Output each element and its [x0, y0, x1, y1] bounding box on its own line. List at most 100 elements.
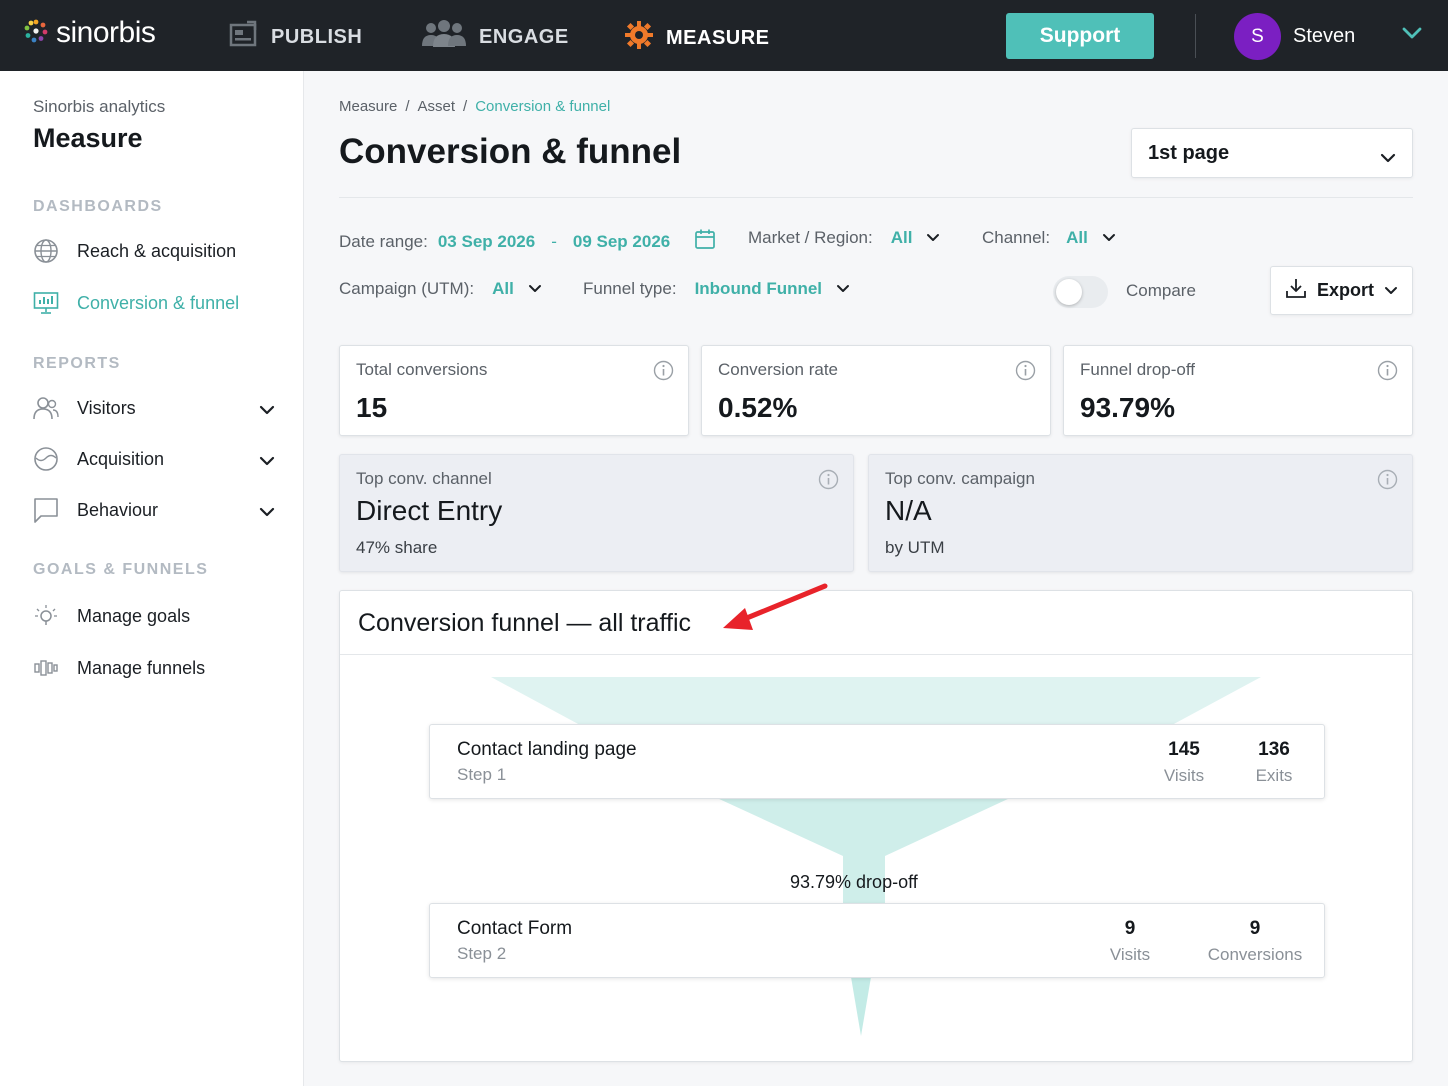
chevron-down-icon[interactable]: [1102, 228, 1116, 248]
nav-publish-label: PUBLISH: [271, 25, 363, 48]
info-icon[interactable]: [1015, 360, 1036, 386]
user-menu-chevron-icon[interactable]: [1402, 26, 1422, 45]
sidebar-item-visitors[interactable]: Visitors: [33, 393, 283, 423]
sidebar-item-behaviour[interactable]: Behaviour: [33, 495, 283, 525]
card-value: Direct Entry: [356, 495, 503, 526]
card-value: N/A: [885, 495, 932, 526]
kpi-value: 93.79%: [1080, 392, 1175, 423]
info-icon[interactable]: [1377, 360, 1398, 386]
sidebar-item-label: Acquisition: [77, 448, 165, 469]
sidebar-item-manage-funnels[interactable]: Manage funnels: [33, 653, 283, 683]
campaign-filter[interactable]: Campaign (UTM): All: [339, 279, 542, 299]
nav-engage[interactable]: ENGAGE: [421, 20, 569, 54]
info-icon[interactable]: [818, 469, 839, 495]
breadcrumb-measure[interactable]: Measure: [339, 98, 397, 115]
page-select-dropdown[interactable]: 1st page: [1131, 128, 1413, 178]
date-range-filter: Date range: 03 Sep 2026 - 09 Sep 2026: [339, 228, 716, 255]
support-button[interactable]: Support: [1006, 13, 1154, 59]
card-sub: 47% share: [356, 538, 438, 557]
step-visits: 9 Visits: [1100, 918, 1160, 965]
metric-label: Exits: [1255, 766, 1293, 785]
gear-icon: [624, 20, 654, 56]
chevron-down-icon: [1380, 147, 1396, 170]
export-label: Export: [1317, 280, 1375, 300]
date-to[interactable]: 09 Sep 2026: [573, 232, 670, 252]
section-goals-funnels: GOALS & FUNNELS: [33, 561, 209, 578]
card-sub: by UTM: [885, 538, 945, 557]
channel-filter[interactable]: Channel: All: [982, 228, 1116, 248]
sidebar-item-acquisition[interactable]: Acquisition: [33, 444, 283, 474]
sidebar-item-label: Manage goals: [77, 605, 191, 626]
top-conv-campaign-card: Top conv. campaign N/A by UTM: [868, 454, 1413, 572]
dropoff-label: 93.79% drop-off: [790, 872, 918, 892]
funnel-type-value[interactable]: Inbound Funnel: [695, 279, 822, 299]
toggle-knob: [1056, 279, 1082, 305]
chevron-down-icon[interactable]: [259, 502, 275, 523]
channel-label: Channel:: [982, 228, 1051, 247]
breadcrumb-separator: /: [463, 98, 468, 115]
step-visits: 145 Visits: [1154, 739, 1214, 786]
channel-value[interactable]: All: [1066, 228, 1088, 248]
brand-name: sinorbis: [56, 16, 156, 49]
campaign-value[interactable]: All: [492, 279, 514, 299]
card-label: Top conv. campaign: [885, 469, 1035, 488]
globe-icon: [33, 238, 59, 264]
calendar-icon[interactable]: [694, 228, 716, 255]
date-from[interactable]: 03 Sep 2026: [438, 232, 535, 252]
conversion-funnel-card: Conversion funnel — all traffic Contact …: [339, 590, 1413, 1062]
kpi-value: 0.52%: [718, 392, 798, 423]
chevron-down-icon[interactable]: [259, 400, 275, 421]
nav-publish[interactable]: PUBLISH: [229, 20, 362, 54]
date-range-label: Date range:: [339, 231, 428, 251]
chevron-down-icon[interactable]: [528, 279, 542, 299]
sidebar-item-label: Conversion & funnel: [77, 292, 240, 313]
sidebar-subtitle: Sinorbis analytics: [33, 97, 166, 116]
metric-value: 145: [1168, 739, 1200, 760]
sidebar-item-manage-goals[interactable]: Manage goals: [33, 601, 283, 631]
sidebar-item-conversion-funnel[interactable]: Conversion & funnel: [33, 288, 283, 318]
metric-value: 136: [1258, 739, 1290, 760]
chat-bubble-icon: [33, 497, 59, 523]
export-button[interactable]: Export: [1270, 266, 1413, 315]
chevron-down-icon[interactable]: [926, 228, 940, 248]
page-select-value: 1st page: [1148, 141, 1230, 164]
market-region-filter[interactable]: Market / Region: All: [748, 228, 940, 248]
brand-logo[interactable]: sinorbis: [24, 16, 156, 50]
user-name[interactable]: Steven: [1293, 25, 1355, 48]
publish-icon: [229, 20, 259, 54]
step-number: Step 1: [457, 765, 507, 784]
step-name: Contact landing page: [457, 739, 637, 760]
breadcrumb-current: Conversion & funnel: [475, 98, 611, 115]
compare-toggle[interactable]: [1053, 276, 1108, 308]
chevron-down-icon[interactable]: [259, 451, 275, 472]
funnel-step-2[interactable]: Contact Form Step 2 9 Visits 9 Conversio…: [429, 903, 1325, 978]
acquisition-icon: [33, 446, 59, 472]
annotation-arrow-icon: [723, 583, 828, 630]
sidebar-title: Measure: [33, 123, 143, 153]
info-icon[interactable]: [1377, 469, 1398, 495]
nav-measure[interactable]: MEASURE: [624, 20, 770, 56]
metric-label: Conversions: [1207, 945, 1303, 964]
market-region-value[interactable]: All: [891, 228, 913, 248]
breadcrumb-separator: /: [405, 98, 410, 115]
avatar[interactable]: S: [1234, 13, 1281, 60]
monitor-chart-icon: [33, 290, 59, 316]
funnel-step-1[interactable]: Contact landing page Step 1 145 Visits 1…: [429, 724, 1325, 799]
top-conv-channel-card: Top conv. channel Direct Entry 47% share: [339, 454, 854, 572]
funnel-type-label: Funnel type:: [583, 279, 677, 298]
sidebar-item-label: Reach & acquisition: [77, 240, 237, 261]
kpi-label: Total conversions: [356, 360, 488, 379]
chevron-down-icon[interactable]: [836, 279, 850, 299]
funnel-type-filter[interactable]: Funnel type: Inbound Funnel: [583, 279, 850, 299]
breadcrumb-asset[interactable]: Asset: [418, 98, 456, 115]
kpi-total-conversions: Total conversions 15: [339, 345, 689, 436]
sidebar-item-reach-acquisition[interactable]: Reach & acquisition: [33, 236, 283, 266]
campaign-label: Campaign (UTM):: [339, 279, 475, 298]
step-number: Step 2: [457, 944, 507, 963]
info-icon[interactable]: [653, 360, 674, 386]
funnel-shape-tail: [851, 977, 871, 1036]
compare-label: Compare: [1126, 281, 1196, 300]
kpi-value: 15: [356, 392, 388, 423]
lightbulb-icon: [33, 603, 59, 629]
sinorbis-logo-icon: [24, 19, 48, 48]
